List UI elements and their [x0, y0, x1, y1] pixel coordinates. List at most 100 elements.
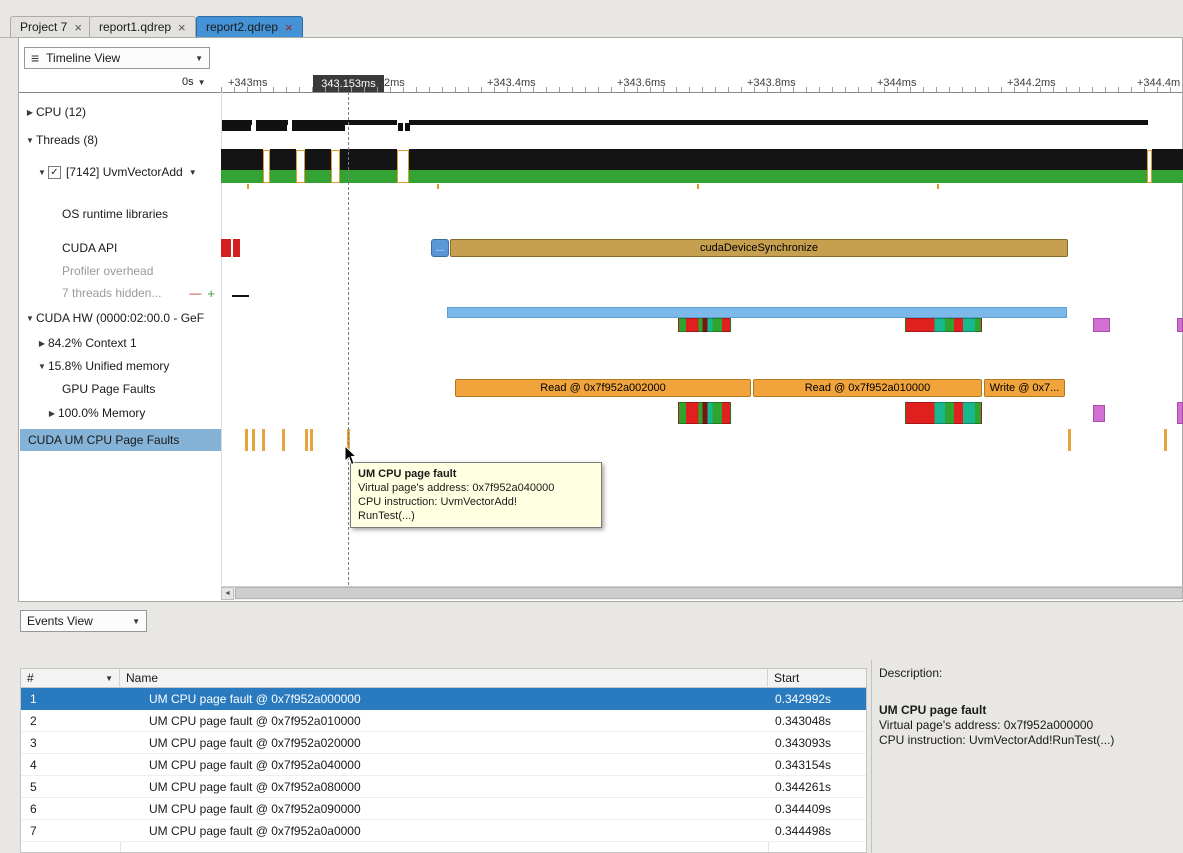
um-cpu-page-fault-tick[interactable]	[310, 429, 313, 451]
hw-memory-op[interactable]	[1093, 318, 1110, 332]
timeline-cursor-line	[348, 92, 349, 585]
event-row[interactable]: 1 UM CPU page fault @ 0x7f952a000000 0.3…	[21, 688, 866, 710]
expand-arrow-icon[interactable]: ▼	[24, 314, 36, 323]
thread-blocked-segment[interactable]	[397, 150, 409, 183]
column-header-start[interactable]: Start	[768, 669, 866, 687]
thread-running-segment[interactable]	[409, 170, 1147, 183]
um-cpu-page-fault-tick[interactable]	[1164, 429, 1167, 451]
expand-arrow-icon[interactable]: ▼	[36, 168, 48, 177]
hw-kernel-memops-group[interactable]	[678, 318, 731, 332]
sidebar-item-unified-memory[interactable]: ▼ 15.8% Unified memory	[20, 356, 221, 376]
thread-event-tick[interactable]	[697, 184, 699, 189]
chevron-down-icon[interactable]: ▼	[189, 168, 197, 177]
sidebar-item-memory[interactable]: ▶ 100.0% Memory	[20, 403, 221, 423]
um-cpu-page-fault-tick[interactable]	[282, 429, 285, 451]
sort-caret-icon[interactable]: ▼	[105, 674, 113, 683]
column-header-name[interactable]: Name	[120, 669, 768, 687]
cpu-utilization-bar[interactable]	[222, 120, 1148, 125]
thread-event-tick[interactable]	[937, 184, 939, 189]
cuda-device-synchronize-bar[interactable]: cudaDeviceSynchronize	[450, 239, 1068, 257]
timeline-view-selector[interactable]: ≡ Timeline View ▼	[24, 47, 210, 69]
memory-ops-group[interactable]	[905, 402, 982, 424]
sidebar-item-um-cpu-page-faults[interactable]: CUDA UM CPU Page Faults	[20, 429, 221, 451]
gpu-page-fault-read-bar[interactable]: Read @ 0x7f952a002000	[455, 379, 751, 397]
thread-event-tick[interactable]	[247, 184, 249, 189]
events-description-splitter[interactable]	[871, 660, 872, 853]
um-cpu-page-fault-tick[interactable]	[305, 429, 308, 451]
cpu-busy-segment[interactable]	[398, 123, 403, 131]
thread-blocked-segment[interactable]	[331, 150, 340, 183]
thread-state-segment[interactable]	[221, 149, 263, 170]
thread-state-segment[interactable]	[270, 149, 296, 170]
sidebar-item-label: 100.0% Memory	[58, 406, 145, 420]
gpu-page-fault-write-bar[interactable]: Write @ 0x7...	[984, 379, 1065, 397]
sidebar-item-profiler-overhead[interactable]: Profiler overhead	[20, 261, 221, 281]
cpu-busy-segment[interactable]	[222, 120, 251, 131]
thread-running-segment[interactable]	[305, 170, 331, 183]
collapse-arrow-icon[interactable]: ▶	[46, 409, 58, 418]
hscrollbar-thumb[interactable]	[235, 587, 1183, 599]
thread-running-segment[interactable]	[270, 170, 296, 183]
sidebar-item-os-runtime[interactable]: OS runtime libraries	[20, 204, 221, 224]
event-row[interactable]: 6 UM CPU page fault @ 0x7f952a090000 0.3…	[21, 798, 866, 820]
cpu-busy-segment[interactable]	[256, 120, 287, 131]
ruler-origin-button[interactable]: 0s ▼	[182, 76, 206, 88]
sidebar-item-threads[interactable]: ▼ Threads (8)	[20, 130, 221, 150]
thread-state-segment[interactable]	[409, 149, 1147, 170]
um-cpu-page-fault-tick[interactable]	[252, 429, 255, 451]
cuda-api-call-bar[interactable]	[233, 239, 240, 257]
expand-arrow-icon[interactable]: ▼	[36, 362, 48, 371]
column-header-num[interactable]: # ▼	[21, 669, 120, 687]
gpu-page-fault-read-bar[interactable]: Read @ 0x7f952a010000	[753, 379, 982, 397]
thread-running-segment[interactable]	[1152, 170, 1183, 183]
event-row[interactable]: 4 UM CPU page fault @ 0x7f952a040000 0.3…	[21, 754, 866, 776]
thread-event-tick[interactable]	[437, 184, 439, 189]
cpu-busy-segment[interactable]	[405, 123, 410, 131]
event-row[interactable]: 5 UM CPU page fault @ 0x7f952a080000 0.3…	[21, 776, 866, 798]
unified-memory-transfer-bar[interactable]	[447, 307, 1067, 318]
memory-op[interactable]	[1093, 405, 1105, 422]
cuda-api-collapsed-chip[interactable]: ...	[431, 239, 449, 257]
sidebar-item-cuda-api[interactable]: CUDA API	[20, 238, 221, 258]
memory-op[interactable]	[1177, 402, 1183, 424]
um-cpu-page-fault-tick[interactable]	[262, 429, 265, 451]
sidebar-item-thread-uvmvectoradd[interactable]: ▼ ✓ [7142] UvmVectorAdd ▼	[20, 162, 221, 182]
tab-project[interactable]: Project 7 ×	[10, 16, 92, 37]
tab-report1[interactable]: report1.qdrep ×	[89, 16, 196, 37]
memory-ops-group[interactable]	[678, 402, 731, 424]
expand-arrow-icon[interactable]: ▼	[24, 136, 36, 145]
sync-bar-label: cudaDeviceSynchronize	[700, 242, 818, 254]
sidebar-item-context1[interactable]: ▶ 84.2% Context 1	[20, 333, 221, 353]
thread-state-segment[interactable]	[305, 149, 331, 170]
checkbox-checked-icon[interactable]: ✓	[48, 166, 61, 179]
um-cpu-page-fault-tick[interactable]	[1068, 429, 1071, 451]
hw-kernel-memops-group[interactable]	[905, 318, 982, 332]
event-row[interactable]: 7 UM CPU page fault @ 0x7f952a0a0000 0.3…	[21, 820, 866, 842]
close-icon[interactable]: ×	[285, 21, 293, 34]
cuda-api-call-bar[interactable]	[221, 239, 231, 257]
hw-memory-op[interactable]	[1177, 318, 1183, 332]
sidebar-item-cpu[interactable]: ▶ CPU (12)	[20, 102, 221, 122]
description-instruction: CPU instruction: UvmVectorAdd!RunTest(..…	[879, 733, 1175, 748]
scroll-left-button[interactable]: ◄	[221, 587, 234, 600]
thread-blocked-segment[interactable]	[1147, 150, 1152, 183]
collapse-arrow-icon[interactable]: ▶	[24, 108, 36, 117]
events-view-selector[interactable]: Events View ▼	[20, 610, 147, 632]
sidebar-item-threads-hidden[interactable]: 7 threads hidden... — +	[20, 283, 221, 303]
sidebar-item-gpu-page-faults[interactable]: GPU Page Faults	[20, 379, 221, 399]
cpu-busy-segment[interactable]	[292, 120, 345, 131]
tab-report2-active[interactable]: report2.qdrep ×	[196, 16, 303, 37]
collapse-arrow-icon[interactable]: ▶	[36, 339, 48, 348]
close-icon[interactable]: ×	[74, 21, 82, 34]
close-icon[interactable]: ×	[178, 21, 186, 34]
thread-state-segment[interactable]	[1152, 149, 1183, 170]
hide-thread-icon[interactable]: —	[189, 286, 201, 300]
sidebar-item-cuda-hw[interactable]: ▼ CUDA HW (0000:02:00.0 - GeF	[20, 308, 221, 328]
event-row[interactable]: 3 UM CPU page fault @ 0x7f952a020000 0.3…	[21, 732, 866, 754]
thread-running-segment[interactable]	[221, 170, 263, 183]
show-thread-icon[interactable]: +	[207, 286, 215, 301]
thread-blocked-segment[interactable]	[296, 150, 305, 183]
thread-blocked-segment[interactable]	[263, 150, 270, 183]
event-row[interactable]: 2 UM CPU page fault @ 0x7f952a010000 0.3…	[21, 710, 866, 732]
um-cpu-page-fault-tick[interactable]	[245, 429, 248, 451]
